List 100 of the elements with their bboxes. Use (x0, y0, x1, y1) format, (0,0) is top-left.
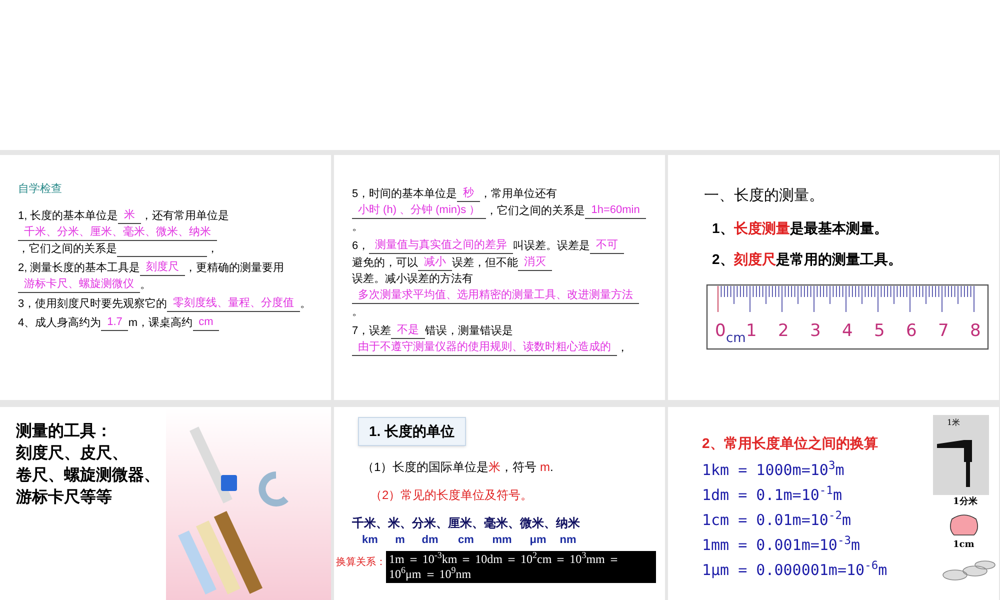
point-text: （1）长度的国际单位是 (362, 460, 489, 474)
ruler-number: 8 (970, 320, 981, 340)
fill-in-line: 由于不遵守测量仪器的使用规则、读数时粗心造成的 (352, 339, 617, 356)
equation-text: 1μm = 0.000001m=10$^{-6}$m (702, 558, 888, 581)
fill-in-line: cm (192, 314, 220, 331)
question-text: 。 (352, 305, 363, 320)
fill-in-line: 消灭 (518, 254, 552, 271)
unit-name: 米、 (388, 515, 412, 532)
slide-title: 一、长度的测量。 (704, 186, 825, 206)
ruler-unit: cm (726, 330, 746, 346)
fill-in-line: 刻度尺 (140, 259, 186, 276)
emphasis-text: m (540, 460, 550, 474)
figure-label: 1cm (953, 539, 974, 552)
slide-heading: 自学检查 (18, 182, 63, 197)
fill-in-line: 测量值与真实值之间的差异 (369, 237, 514, 254)
emphasis-text: 米 (488, 460, 501, 474)
fill-in-line: 多次测量求平均值、选用精密的测量工具、改进测量方法 (352, 287, 639, 304)
equation-text: 1cm = 0.01m=10$^{-2}$m (702, 508, 852, 531)
fill-in-line: 零刻度线、量程、分度值 (167, 295, 300, 312)
unit-symbol: dm (422, 533, 438, 548)
ruler-number: 0 (715, 320, 726, 340)
slide-title: 2、常用长度单位之间的换算 (702, 434, 879, 453)
unit-name: 分米、 (412, 515, 448, 532)
slide-thumbnail[interactable]: 自学检查 1, 长度的基本单位是 米 ，还有常用单位是 千米、分米、厘米、毫米、微米、纳米 ，它们之间的关系是 ， 2, 测量长度的基本工具是 刻度尺 ，更精确的测量要用 游标卡尺、螺旋测微仪 。 3，使用刻度尺时要先观察它的 零刻度线、量程、分度值 。 4、成人身高约为 1.7 m，课桌高约 cm (0, 155, 331, 400)
fill-in-line: 减小 (418, 254, 452, 271)
emphasis-text: 刻度尺 (734, 250, 776, 268)
point-text: 2、 (712, 250, 734, 268)
fist-icon (950, 514, 978, 536)
point-text: 是常用的测量工具。 (776, 250, 902, 268)
ruler-number: 5 (874, 320, 885, 340)
question-text: ，它们之间的关系是 (486, 204, 586, 219)
question-text: 7，误差 (352, 324, 392, 339)
question-text: ， (207, 242, 218, 257)
question-text: 6， (352, 239, 370, 254)
unit-symbol: μm (530, 533, 546, 548)
slide-thumbnail[interactable]: 2、常用长度单位之间的换算 1km = 1000m=10$^{3}$m 1dm = 0.1m=10$^{-1}$m 1cm = 0.01m=10$^{-2}$m 1mm = 0.001m=10$^{-3}$m 1μm = 0.000001m=10$^{-6}$m 1米 1分米 1cm (668, 407, 999, 600)
question-text: 避免的，可以 (352, 256, 418, 271)
subtitle-text: （2）常见的长度单位及符号。 (370, 487, 534, 504)
question-text: 5，时间的基本单位是 (352, 187, 458, 202)
question-text: ，它们之间的关系是 (18, 242, 117, 257)
fill-in-line: 不可 (590, 237, 624, 254)
coins-icon (942, 560, 996, 580)
question-text: 错误，测量错误是 (425, 324, 514, 339)
question-text: ，还有常用单位是 (141, 209, 230, 224)
unit-name: 厘米、 (448, 515, 484, 532)
ruler-number: 2 (778, 320, 789, 340)
point-text: . (550, 460, 554, 474)
question-text: 叫误差。误差是 (513, 239, 590, 254)
conversion-formula: 1m ＝ 10$^{-3}$km ＝ 10dm ＝ 10$^{2}$cm ＝ 10$^{3}$mm ＝ 10$^{6}$μm ＝ 10$^{9}$nm (386, 550, 656, 582)
tools-text-line: 游标卡尺等等 (16, 488, 113, 508)
fill-in-line: 米 (118, 207, 142, 224)
equation-text: 1mm = 0.001m=10$^{-3}$m (702, 533, 862, 556)
unit-name: 纳米 (556, 515, 580, 532)
question-text: 。 (352, 220, 363, 235)
fill-in-line: 1.7 (101, 314, 128, 331)
slide-thumbnail[interactable]: 1. 长度的单位 （1）长度的国际单位是米，符号 m. （2）常见的长度单位及符号。 千米、 km 米、 m 分米、 dm 厘米、 cm 毫米、 mm 微米、 μm 纳米 nm 换算关系： 1m ＝ 10$^{-3}$km ＝ 10dm ＝ 10$^{2}$cm ＝ 10$^{3}$mm ＝ 10$^{6}$μm ＝ 10$^{9}$nm (334, 407, 665, 600)
tools-text-line: 卷尺、螺旋测微器、 (16, 466, 161, 486)
emphasis-text: 长度测量 (734, 218, 790, 238)
conversion-label: 换算关系： (336, 556, 386, 570)
slide-thumbnail[interactable]: 测量的工具： 刻度尺、皮尺、 卷尺、螺旋测微器、 游标卡尺等等 (0, 407, 331, 600)
ruler-number: 6 (906, 320, 917, 340)
unit-symbol: nm (560, 533, 576, 548)
ruler-number: 1 (746, 320, 757, 340)
question-text: 1, 长度的基本单位是 (18, 208, 118, 224)
fill-in-line: 游标卡尺、螺旋测微仪 (18, 276, 140, 293)
fill-in-line: 千米、分米、厘米、毫米、微米、纳米 (18, 224, 217, 241)
ruler-number: 7 (938, 320, 949, 340)
fill-in-line: 小时 (h) 、分钟 (min)s ） (352, 202, 486, 219)
question-text: ， (617, 341, 628, 356)
unit-symbol: mm (492, 533, 512, 548)
figure-label: 1分米 (953, 496, 978, 509)
point-text: 是最基本测量。 (790, 218, 888, 238)
unit-name: 毫米、 (484, 515, 520, 532)
question-text: 。 (140, 278, 151, 293)
section-title-tab: 1. 长度的单位 (358, 417, 466, 446)
question-text: ，常用单位还有 (480, 187, 558, 202)
fill-in-line: 秒 (457, 185, 480, 202)
slide-thumbnail[interactable]: 5，时间的基本单位是 秒 ，常用单位还有 小时 (h) 、分钟 (min)s ） ，它们之间的关系是 1h=60min 。 6， 测量值与真实值之间的差异 叫误差。误差是 不可 避免的，可以 减小 误差，但不能 消灭 误差。减小误差的方法有 多次测量求平均值、选用精密的测量工具、改进测量方法 。 7，误差 不是 错误，测量错误是 由于不遵守测量仪器的使用规则、读数时粗心造成的 ， (334, 155, 665, 400)
question-text: 4、成人身高约为 (18, 316, 102, 331)
fill-in-line: 不是 (391, 322, 426, 339)
tools-text-line: 测量的工具： (16, 422, 113, 442)
question-text: 。 (300, 297, 312, 312)
equation-text: 1dm = 0.1m=10$^{-1}$m (702, 483, 843, 506)
question-text: 3，使用刻度尺时要先观察它的 (18, 296, 168, 312)
question-text: 误差，但不能 (452, 256, 518, 271)
unit-name: 千米、 (352, 515, 388, 532)
unit-symbol: cm (458, 533, 474, 548)
fill-in-line: 1h=60min (585, 202, 646, 219)
question-text: m，课桌高约 (128, 316, 193, 331)
figure-label: 1米 (947, 417, 960, 429)
unit-symbol: km (362, 533, 378, 548)
unit-name: 微米、 (520, 515, 556, 532)
question-text: 误差。减小误差的方法有 (352, 272, 473, 287)
tools-text-line: 刻度尺、皮尺、 (16, 443, 129, 464)
point-text: 1、 (712, 218, 734, 238)
unit-symbol: m (395, 533, 405, 548)
point-text: ，符号 (500, 460, 538, 474)
ruler-number: 3 (810, 320, 821, 340)
question-text: 2, 测量长度的基本工具是 (18, 260, 140, 276)
equation-text: 1km = 1000m=10$^{3}$m (702, 458, 846, 481)
